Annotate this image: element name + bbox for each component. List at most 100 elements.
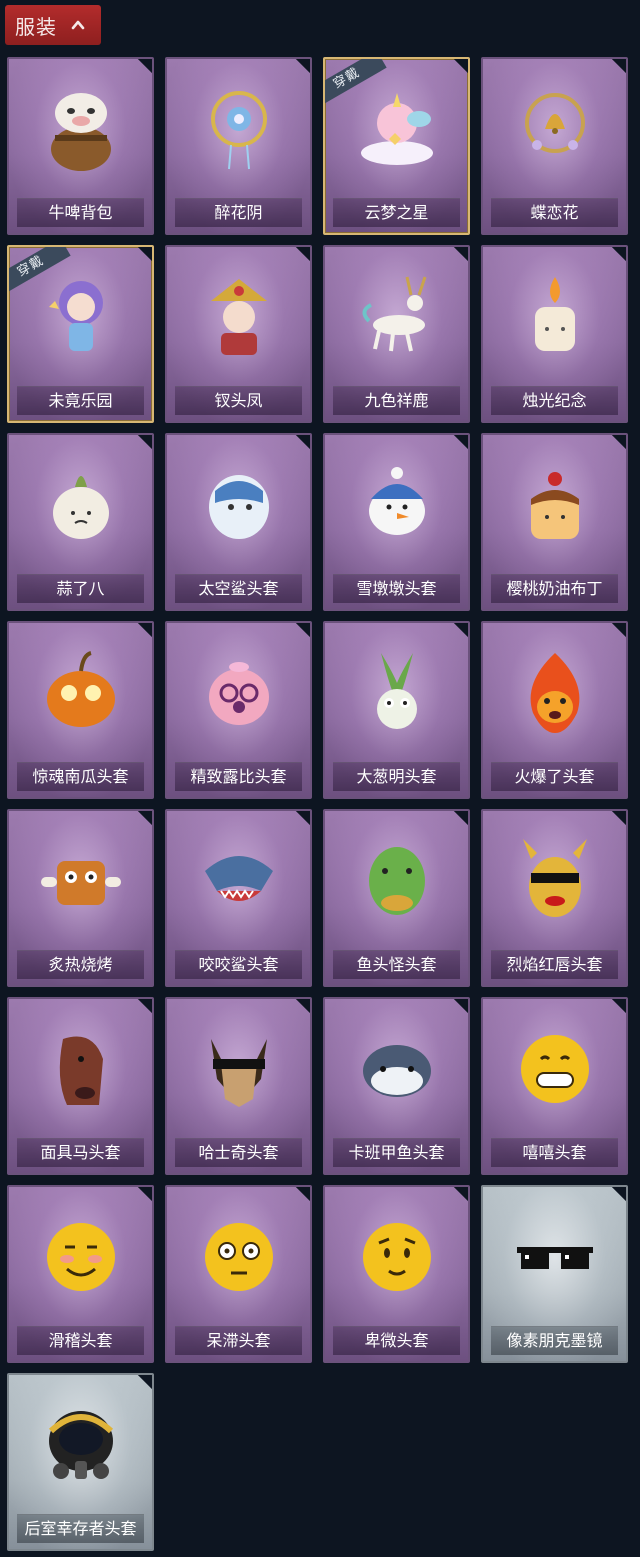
costume-item-name: 像素朋克墨镜 — [491, 1326, 618, 1355]
costume-item-card[interactable]: 太空鲨头套 — [165, 433, 312, 611]
scallion-head-icon — [349, 643, 445, 739]
costume-item-card[interactable]: 后室幸存者头套 — [7, 1373, 154, 1551]
costume-item-name: 面具马头套 — [17, 1138, 144, 1167]
costume-item-card[interactable]: 穿戴 云梦之星 — [323, 57, 470, 235]
card-corner-decoration — [295, 1187, 310, 1202]
costume-item-card[interactable]: 炙热烧烤 — [7, 809, 154, 987]
card-corner-decoration — [453, 999, 468, 1014]
costume-item-name: 火爆了头套 — [491, 762, 618, 791]
fire-head-icon — [507, 643, 603, 739]
card-corner-decoration — [137, 247, 152, 262]
costume-item-card[interactable]: 蒜了八 — [7, 433, 154, 611]
costume-item-card[interactable]: 醉花阴 — [165, 57, 312, 235]
card-corner-decoration — [137, 811, 152, 826]
card-corner-decoration — [137, 59, 152, 74]
card-corner-decoration — [295, 247, 310, 262]
costume-item-name: 咬咬鲨头套 — [175, 950, 302, 979]
pumpkin-head-icon — [33, 643, 129, 739]
costume-item-name: 太空鲨头套 — [175, 574, 302, 603]
costume-item-card[interactable]: 牛啤背包 — [7, 57, 154, 235]
card-corner-decoration — [295, 59, 310, 74]
card-corner-decoration — [611, 1187, 626, 1202]
costume-item-card[interactable]: 烈焰红唇头套 — [481, 809, 628, 987]
card-corner-decoration — [453, 435, 468, 450]
snowman-helmet-icon — [349, 455, 445, 551]
card-corner-decoration — [453, 1187, 468, 1202]
costume-item-card[interactable]: 像素朋克墨镜 — [481, 1185, 628, 1363]
funny-emoji-icon — [33, 1207, 129, 1303]
butterfly-bell-wreath-icon — [507, 79, 603, 175]
card-corner-decoration — [295, 435, 310, 450]
costume-item-card[interactable]: 呆滞头套 — [165, 1185, 312, 1363]
flower-dreamcatcher-icon — [191, 79, 287, 175]
costume-item-name: 后室幸存者头套 — [17, 1514, 144, 1543]
costume-section-toggle[interactable]: 服装 — [5, 5, 101, 45]
space-shark-helmet-icon — [191, 455, 287, 551]
blue-fish-head-icon — [349, 1019, 445, 1115]
unicorn-cloud-star-icon — [349, 79, 445, 175]
costume-item-card[interactable]: 大葱明头套 — [323, 621, 470, 799]
costume-item-name: 九色祥鹿 — [333, 386, 460, 415]
costume-item-name: 哈士奇头套 — [175, 1138, 302, 1167]
costume-item-card[interactable]: 精致露比头套 — [165, 621, 312, 799]
costume-item-card[interactable]: 惊魂南瓜头套 — [7, 621, 154, 799]
costume-item-card[interactable]: 哈士奇头套 — [165, 997, 312, 1175]
costume-item-card[interactable]: 穿戴 未竟乐园 — [7, 245, 154, 423]
costume-item-name: 樱桃奶油布丁 — [491, 574, 618, 603]
costume-item-card[interactable]: 烛光纪念 — [481, 245, 628, 423]
card-corner-decoration — [453, 623, 468, 638]
costume-item-name: 大葱明头套 — [333, 762, 460, 791]
card-corner-decoration — [611, 247, 626, 262]
costume-item-name: 炙热烧烤 — [17, 950, 144, 979]
pixel-sunglasses-icon — [507, 1207, 603, 1303]
costume-item-card[interactable]: 卡班甲鱼头套 — [323, 997, 470, 1175]
card-corner-decoration — [295, 811, 310, 826]
card-corner-decoration — [453, 811, 468, 826]
card-corner-decoration — [137, 999, 152, 1014]
pink-beaver-head-icon — [191, 643, 287, 739]
card-corner-decoration — [453, 247, 468, 262]
costume-item-card[interactable]: 鱼头怪头套 — [323, 809, 470, 987]
candle-icon — [507, 267, 603, 363]
costume-item-card[interactable]: 蝶恋花 — [481, 57, 628, 235]
costume-item-card[interactable]: 嘻嘻头套 — [481, 997, 628, 1175]
chevron-up-icon — [71, 20, 85, 30]
costume-item-name: 精致露比头套 — [175, 762, 302, 791]
costume-item-name: 嘻嘻头套 — [491, 1138, 618, 1167]
costume-item-name: 鱼头怪头套 — [333, 950, 460, 979]
yellow-lips-mask-icon — [507, 831, 603, 927]
costume-item-card[interactable]: 滑稽头套 — [7, 1185, 154, 1363]
card-corner-decoration — [611, 811, 626, 826]
gas-mask-helmet-icon — [33, 1395, 129, 1491]
costume-item-name: 蝶恋花 — [491, 198, 618, 227]
phoenix-crown-girl-icon — [191, 267, 287, 363]
costume-item-card[interactable]: 钗头凤 — [165, 245, 312, 423]
costume-item-card[interactable]: 九色祥鹿 — [323, 245, 470, 423]
costume-item-card[interactable]: 卑微头套 — [323, 1185, 470, 1363]
garlic-head-icon — [33, 455, 129, 551]
costume-item-card[interactable]: 火爆了头套 — [481, 621, 628, 799]
humble-emoji-icon — [349, 1207, 445, 1303]
dazed-emoji-icon — [191, 1207, 287, 1303]
card-corner-decoration — [137, 1375, 152, 1390]
costume-item-card[interactable]: 樱桃奶油布丁 — [481, 433, 628, 611]
card-corner-decoration — [137, 1187, 152, 1202]
costume-item-name: 蒜了八 — [17, 574, 144, 603]
costume-item-card[interactable]: 咬咬鲨头套 — [165, 809, 312, 987]
section-title: 服装 — [15, 14, 57, 39]
costume-item-name: 未竟乐园 — [17, 386, 144, 415]
card-corner-decoration — [611, 435, 626, 450]
shark-head-icon — [191, 831, 287, 927]
card-corner-decoration — [295, 623, 310, 638]
card-corner-decoration — [611, 623, 626, 638]
card-corner-decoration — [453, 59, 468, 74]
card-corner-decoration — [137, 435, 152, 450]
costume-item-name: 惊魂南瓜头套 — [17, 762, 144, 791]
costume-item-card[interactable]: 雪墩墩头套 — [323, 433, 470, 611]
costume-item-name: 卡班甲鱼头套 — [333, 1138, 460, 1167]
costume-item-name: 烈焰红唇头套 — [491, 950, 618, 979]
costume-item-card[interactable]: 面具马头套 — [7, 997, 154, 1175]
grin-emoji-icon — [507, 1019, 603, 1115]
costume-item-name: 卑微头套 — [333, 1326, 460, 1355]
costume-item-name: 雪墩墩头套 — [333, 574, 460, 603]
